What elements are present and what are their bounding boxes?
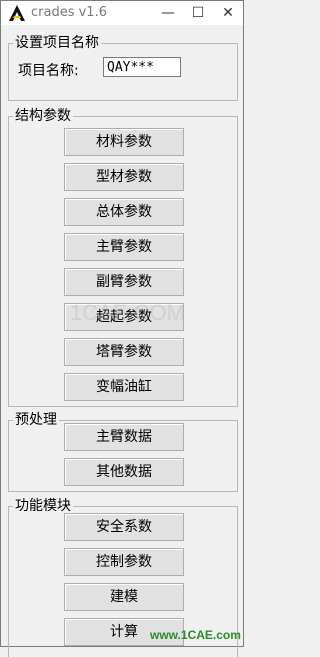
project-name-label: 项目名称: [18, 63, 79, 79]
material-params-button[interactable]: 材料参数 [64, 128, 184, 156]
structure-params-group: 结构参数 材料参数 型材参数 总体参数 主臂参数 副臂参数 超起参数 塔臂参数 … [8, 107, 238, 407]
structure-params-group-title: 结构参数 [13, 107, 73, 125]
minimize-button[interactable]: — [153, 1, 183, 25]
jib-params-button[interactable]: 副臂参数 [64, 268, 184, 296]
modeling-button[interactable]: 建模 [64, 583, 184, 611]
overall-params-button[interactable]: 总体参数 [64, 198, 184, 226]
luffing-cylinder-button[interactable]: 变幅油缸 [64, 373, 184, 401]
preprocess-group-title: 预处理 [13, 411, 59, 429]
window-title: crades v1.6 [31, 5, 107, 20]
tower-boom-params-button[interactable]: 塔臂参数 [64, 338, 184, 366]
close-button[interactable]: ✕ [213, 1, 243, 25]
watermark-logo: 1CAE.COM [70, 300, 185, 325]
watermark-text: www.1CAE.com [150, 628, 241, 642]
other-data-button[interactable]: 其他数据 [64, 458, 184, 486]
main-boom-params-button[interactable]: 主臂参数 [64, 233, 184, 261]
control-params-button[interactable]: 控制参数 [64, 548, 184, 576]
preprocess-group: 预处理 主臂数据 其他数据 [8, 411, 238, 492]
profile-params-button[interactable]: 型材参数 [64, 163, 184, 191]
project-name-input[interactable] [103, 57, 181, 77]
safety-factor-button[interactable]: 安全系数 [64, 513, 184, 541]
maximize-button[interactable]: ☐ [183, 1, 213, 25]
main-boom-data-button[interactable]: 主臂数据 [64, 423, 184, 451]
ansys-logo-icon [9, 5, 25, 21]
project-name-group-title: 设置项目名称 [13, 34, 101, 52]
project-name-group: 设置项目名称 项目名称: [8, 34, 238, 101]
title-bar[interactable]: crades v1.6 — ☐ ✕ [1, 1, 243, 25]
